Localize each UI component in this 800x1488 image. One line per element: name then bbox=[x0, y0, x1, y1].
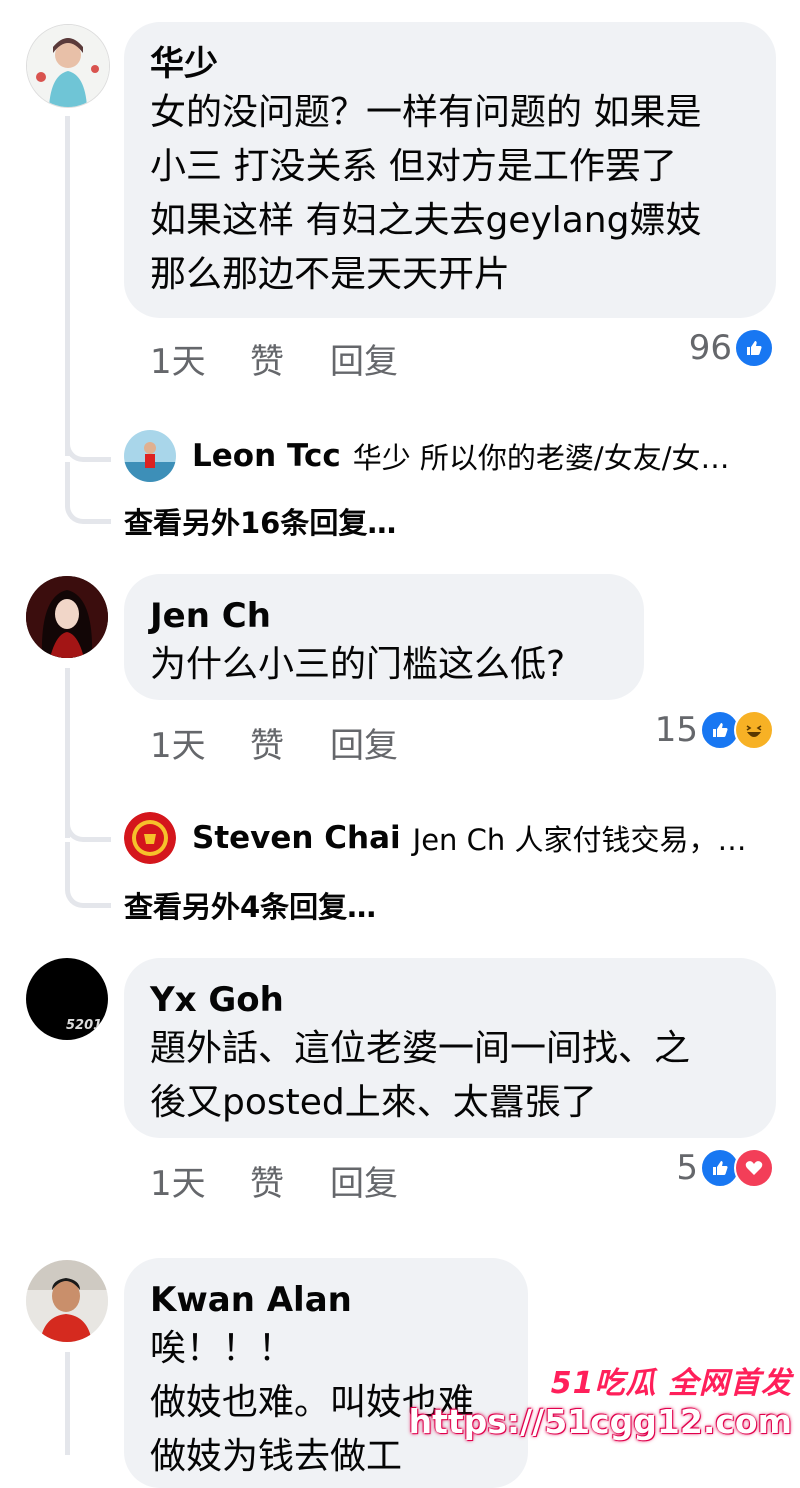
thread-connector bbox=[65, 462, 111, 524]
reaction-summary[interactable]: 96 bbox=[689, 328, 774, 368]
reaction-count: 96 bbox=[688, 328, 732, 368]
avatar[interactable] bbox=[124, 812, 176, 864]
avatar[interactable] bbox=[26, 576, 108, 658]
comment-actions: 1天 赞 回复 bbox=[150, 1156, 398, 1205]
view-more-replies-link[interactable]: 查看另外4条回复… bbox=[124, 884, 376, 926]
reaction-summary[interactable]: 15 bbox=[655, 710, 774, 750]
comment-author[interactable]: 华少 bbox=[150, 42, 750, 86]
view-more-replies-link[interactable]: 查看另外16条回复… bbox=[124, 500, 396, 542]
comment-author[interactable]: Yx Goh bbox=[150, 978, 750, 1022]
watermark-url: https://51cgg12.com bbox=[408, 1402, 792, 1441]
reply-button[interactable]: 回复 bbox=[330, 1156, 398, 1205]
reaction-count: 5 bbox=[676, 1148, 698, 1188]
thread-connector bbox=[65, 420, 111, 462]
comment-text: 女的没问题？一样有问题的 如果是 小三 打没关系 但对方是工作罢了 如果这样 有… bbox=[150, 92, 702, 295]
reply-text: Jen Ch 人家付钱交易，… bbox=[412, 823, 747, 857]
thread-connector bbox=[65, 800, 111, 842]
comment-time[interactable]: 1天 bbox=[150, 334, 250, 383]
reply-button[interactable]: 回复 bbox=[330, 334, 398, 383]
thread-line bbox=[65, 1352, 70, 1455]
like-button[interactable]: 赞 bbox=[250, 718, 330, 767]
comment-bubble[interactable]: Jen Ch 为什么小三的门槛这么低? bbox=[124, 574, 644, 700]
comment-time[interactable]: 1天 bbox=[150, 1156, 250, 1205]
like-button[interactable]: 赞 bbox=[250, 334, 330, 383]
avatar[interactable] bbox=[124, 430, 176, 482]
watermark-brand: 51吃瓜 全网首发 bbox=[550, 1366, 792, 1401]
comment-actions: 1天 赞 回复 bbox=[150, 334, 398, 383]
like-icon bbox=[734, 328, 774, 368]
reply-preview[interactable]: Leon Tcc 华少 所以你的老婆/女友/女… bbox=[124, 430, 729, 482]
love-icon bbox=[734, 1148, 774, 1188]
reply-author[interactable]: Leon Tcc bbox=[192, 438, 341, 474]
comment-author[interactable]: Jen Ch bbox=[150, 594, 618, 638]
avatar-label: 5201 bbox=[66, 1018, 103, 1033]
reaction-count: 15 bbox=[654, 710, 698, 750]
reply-preview[interactable]: Steven Chai Jen Ch 人家付钱交易，… bbox=[124, 812, 746, 864]
reply-text: 华少 所以你的老婆/女友/女… bbox=[352, 441, 730, 475]
comment-text: 为什么小三的门槛这么低? bbox=[150, 644, 566, 685]
thread-connector bbox=[65, 842, 111, 908]
comment-actions: 1天 赞 回复 bbox=[150, 718, 398, 767]
comment-bubble[interactable]: 华少 女的没问题？一样有问题的 如果是 小三 打没关系 但对方是工作罢了 如果这… bbox=[124, 22, 776, 318]
comment-author[interactable]: Kwan Alan bbox=[150, 1278, 502, 1322]
avatar[interactable] bbox=[26, 1260, 108, 1342]
reply-author[interactable]: Steven Chai bbox=[192, 820, 401, 856]
comment-bubble[interactable]: Yx Goh 題外話、這位老婆一间一间找、之 後又posted上來、太囂張了 bbox=[124, 958, 776, 1138]
haha-icon bbox=[734, 710, 774, 750]
comment-text: 題外話、這位老婆一间一间找、之 後又posted上來、太囂張了 bbox=[150, 1028, 691, 1123]
thread-line bbox=[65, 116, 70, 456]
reply-button[interactable]: 回复 bbox=[330, 718, 398, 767]
like-button[interactable]: 赞 bbox=[250, 1156, 330, 1205]
reaction-summary[interactable]: 5 bbox=[676, 1148, 774, 1188]
avatar[interactable] bbox=[26, 24, 110, 108]
comment-bubble[interactable]: Kwan Alan 唉！！！ 做妓也难。叫妓也难 做妓为钱去做工 bbox=[124, 1258, 528, 1488]
comment-time[interactable]: 1天 bbox=[150, 718, 250, 767]
avatar[interactable]: 5201 bbox=[26, 958, 108, 1040]
